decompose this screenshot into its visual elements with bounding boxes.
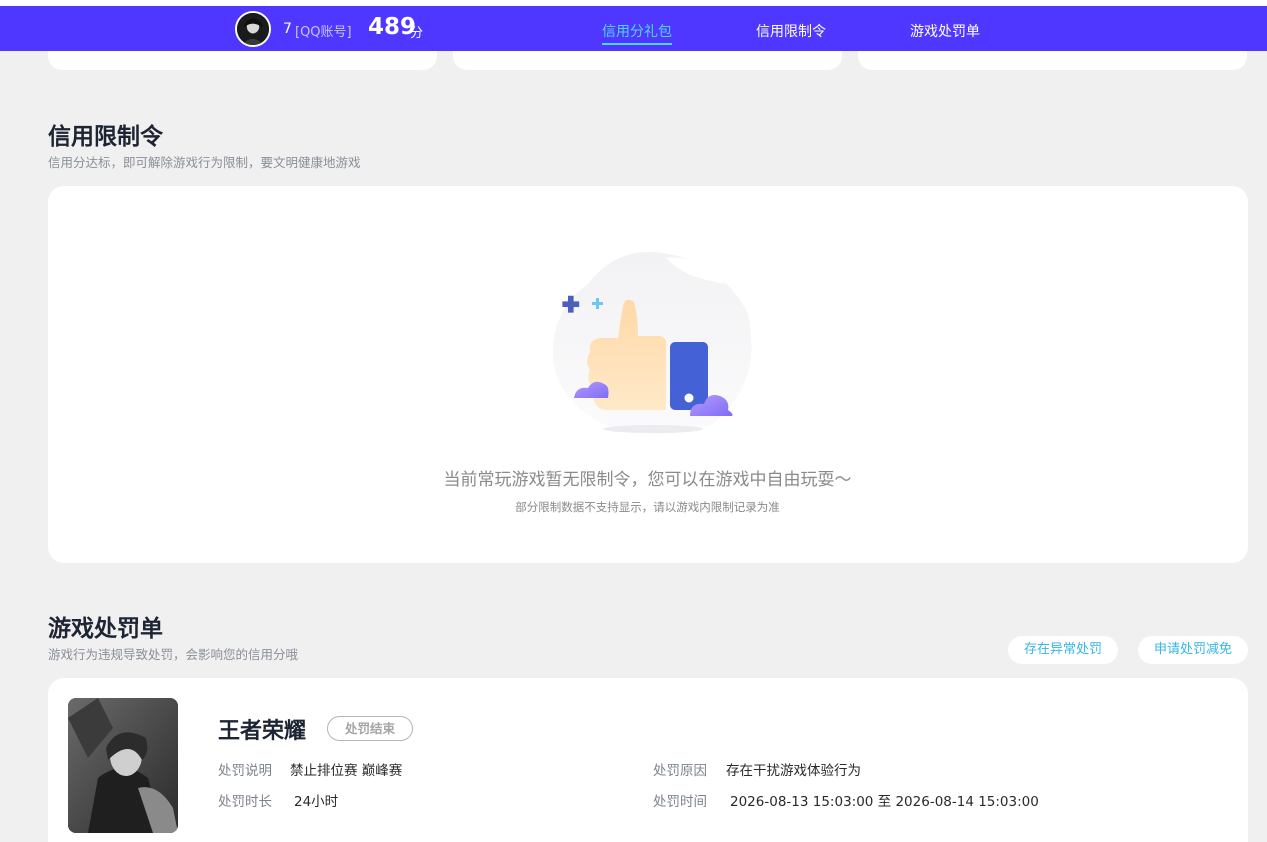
penalty-reason-value: 存在干扰游戏体验行为 <box>726 763 861 779</box>
tab-credit-restriction[interactable]: 信用限制令 <box>756 21 826 41</box>
avatar-portrait-icon <box>237 13 269 45</box>
header-bar: 7 [QQ账号] 489 分 信用分礼包 信用限制令 游戏处罚单 <box>0 6 1267 51</box>
score-unit: 分 <box>410 26 424 41</box>
penalty-duration-value: 24小时 <box>294 794 339 810</box>
status-badge: 处罚结束 <box>327 716 413 741</box>
game-name: 王者荣耀 <box>218 719 307 744</box>
penalty-section-title: 游戏处罚单 <box>48 616 163 642</box>
credit-score: 489 <box>368 14 417 40</box>
tab-credit-gift[interactable]: 信用分礼包 <box>602 21 672 41</box>
penalty-duration-label: 处罚时长 <box>218 794 272 810</box>
hero-portrait-icon <box>68 698 178 833</box>
restriction-section-subtitle: 信用分达标，即可解除游戏行为限制，要文明健康地游戏 <box>48 155 361 170</box>
apply-reduction-button[interactable]: 申请处罚减免 <box>1138 636 1248 664</box>
thumbs-up-icon <box>548 244 758 444</box>
active-tab-indicator <box>602 43 672 45</box>
user-name: 7 <box>283 21 292 37</box>
penalty-time-label: 处罚时间 <box>653 794 707 810</box>
game-cover-image <box>68 698 178 833</box>
avatar[interactable] <box>235 11 271 47</box>
penalty-time-value: 2026-08-13 15:03:00 至 2026-08-14 15:03:0… <box>730 794 1039 810</box>
restriction-section-title: 信用限制令 <box>48 124 163 150</box>
abnormal-penalty-button[interactable]: 存在异常处罚 <box>1008 636 1118 664</box>
empty-state-title: 当前常玩游戏暂无限制令，您可以在游戏中自由玩耍～ <box>443 470 852 490</box>
penalty-desc-value: 禁止排位赛 巅峰赛 <box>290 763 403 779</box>
penalty-desc-label: 处罚说明 <box>218 763 272 779</box>
account-type: [QQ账号] <box>295 25 352 40</box>
penalty-section-subtitle: 游戏行为违规导致处罚，会影响您的信用分哦 <box>48 647 299 662</box>
tab-game-penalty[interactable]: 游戏处罚单 <box>910 21 980 41</box>
penalty-reason-label: 处罚原因 <box>653 763 707 779</box>
empty-state-note: 部分限制数据不支持显示，请以游戏内限制记录为准 <box>515 500 780 514</box>
